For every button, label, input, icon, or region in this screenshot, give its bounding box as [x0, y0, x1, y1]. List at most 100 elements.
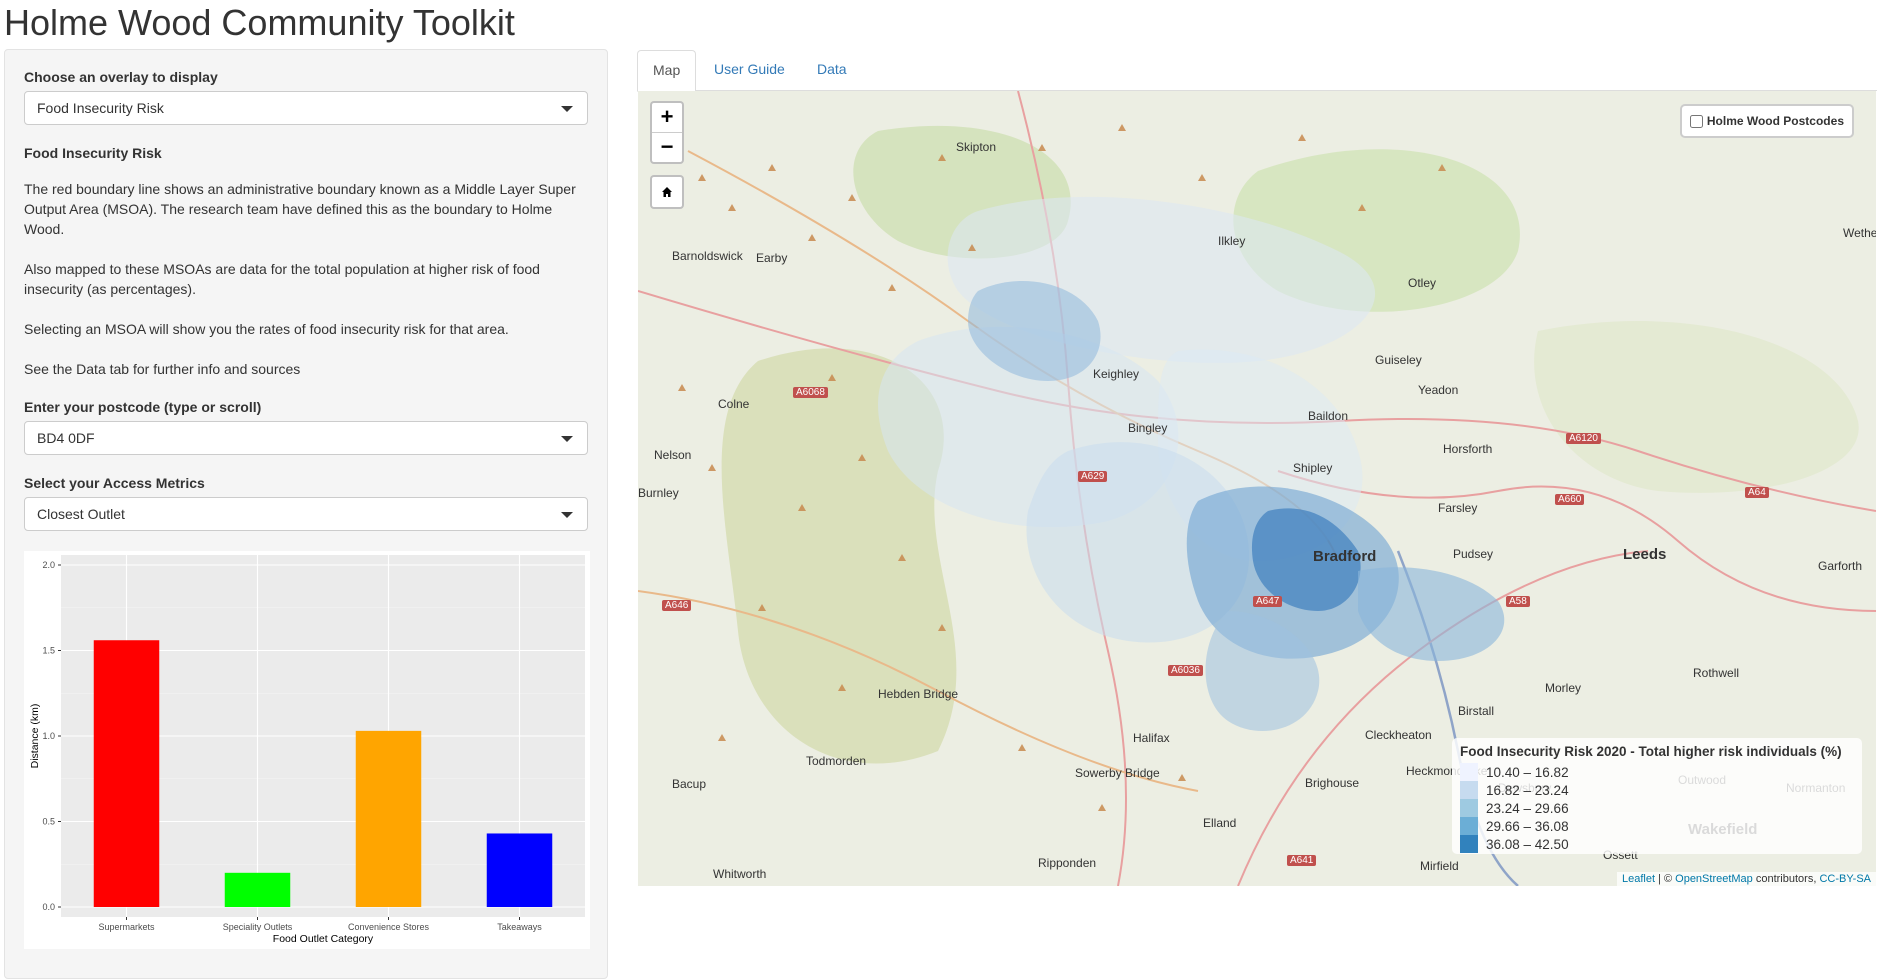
place-label: Todmorden: [806, 754, 867, 768]
legend-row: 29.66 – 36.08: [1460, 817, 1854, 835]
legend-row: 23.24 – 29.66: [1460, 799, 1854, 817]
road-label: A660: [1555, 494, 1585, 505]
zoom-in-button[interactable]: +: [652, 103, 682, 133]
postcodes-layer-toggle[interactable]: Holme Wood Postcodes: [1679, 104, 1854, 138]
chevron-down-icon: [561, 512, 573, 518]
description-paragraph: Selecting an MSOA will show you the rate…: [24, 321, 509, 337]
postcode-select-value: BD4 0DF: [37, 430, 95, 446]
overlay-heading: Food Insecurity Risk: [24, 145, 162, 161]
place-label: Horsforth: [1443, 442, 1493, 456]
bar-chart-svg: 0.0 0.5 1.0 1.5 2.0 Supermarkets Speciality Ou…: [29, 555, 585, 945]
postcodes-layer-label: Holme Wood Postcodes: [1706, 114, 1844, 128]
main-tabs: Map User Guide Data: [637, 50, 1877, 92]
place-label: Pudsey: [1453, 547, 1494, 561]
legend-label: 36.08 – 42.50: [1486, 836, 1569, 852]
legend-swatch: [1460, 799, 1478, 817]
legend-swatch: [1460, 835, 1478, 853]
legend-title: Food Insecurity Risk 2020 - Total higher…: [1460, 744, 1842, 759]
place-label: Guiseley: [1375, 353, 1422, 367]
postcode-select-label: Enter your postcode (type or scroll): [24, 399, 262, 415]
home-icon: [662, 187, 672, 197]
metrics-select[interactable]: Closest Outlet: [24, 497, 588, 531]
legend-label: 23.24 – 29.66: [1486, 800, 1569, 816]
place-label: Bacup: [672, 777, 707, 791]
overlay-select-value: Food Insecurity Risk: [37, 100, 164, 116]
place-label: Yeadon: [1418, 383, 1459, 397]
chevron-down-icon: [561, 436, 573, 442]
x-tick-label: Speciality Outlets: [223, 922, 293, 932]
metrics-select-value: Closest Outlet: [37, 506, 125, 522]
place-label: Bingley: [1128, 421, 1168, 435]
place-label: Nelson: [654, 448, 692, 462]
access-metrics-chart: 0.0 0.5 1.0 1.5 2.0 Supermarkets Speciality Ou…: [24, 551, 590, 949]
tab-user-guide[interactable]: User Guide: [699, 50, 800, 91]
description-paragraph: Also mapped to these MSOAs are data for …: [24, 261, 540, 297]
y-tick-label: 2.0: [42, 560, 55, 570]
postcode-select[interactable]: BD4 0DF: [24, 421, 588, 455]
map-legend: Food Insecurity Risk 2020 - Total higher…: [1452, 738, 1862, 854]
legend-row: 36.08 – 42.50: [1460, 835, 1854, 853]
road-label: A629: [1078, 471, 1108, 482]
sidebar-panel: Choose an overlay to display Food Insecu…: [4, 49, 608, 979]
place-label: Whitworth: [713, 867, 767, 881]
place-label: Barnoldswick: [672, 249, 743, 263]
y-tick-label: 1.5: [42, 646, 55, 656]
place-label: Baildon: [1308, 409, 1349, 423]
y-tick-label: 0.0: [42, 902, 55, 912]
place-label: Shipley: [1293, 461, 1333, 475]
overlay-description: The red boundary line shows an administr…: [24, 179, 588, 379]
y-tick-label: 0.5: [42, 817, 55, 827]
leaflet-link[interactable]: Leaflet: [1622, 873, 1655, 885]
overlay-select[interactable]: Food Insecurity Risk: [24, 91, 588, 125]
legend-label: 29.66 – 36.08: [1486, 818, 1569, 834]
place-label: Farsley: [1438, 501, 1478, 515]
app-title: Holme Wood Community Toolkit: [4, 2, 515, 43]
zoom-out-button[interactable]: −: [652, 133, 682, 163]
map-view[interactable]: Skipton Ilkley Otley Wetherby Barnoldswick Ea…: [638, 91, 1876, 886]
legend-label: 10.40 – 16.82: [1486, 764, 1569, 780]
legend-row: 10.40 – 16.82: [1460, 763, 1854, 781]
osm-link[interactable]: OpenStreetMap: [1675, 873, 1753, 885]
bar-supermarkets: [93, 640, 160, 907]
place-label: Hebden Bridge: [878, 687, 959, 701]
place-label: Birstall: [1458, 704, 1495, 718]
place-label: Otley: [1408, 276, 1437, 290]
place-label: Colne: [718, 397, 750, 411]
bar-convenience-stores: [355, 730, 422, 907]
postcodes-checkbox[interactable]: [1689, 114, 1703, 128]
road-label: A641: [1287, 855, 1317, 866]
legend-row: 16.82 – 23.24: [1460, 781, 1854, 799]
chevron-down-icon: [561, 106, 573, 112]
legend-swatch: [1460, 781, 1478, 799]
road-label: A646: [662, 600, 692, 611]
x-axis-label: Food Outlet Category: [273, 933, 374, 945]
road-label: A647: [1253, 596, 1283, 607]
legend-rows: 10.40 – 16.82 16.82 – 23.24 23.24 – 29.66 2…: [1460, 763, 1854, 853]
tab-data[interactable]: Data: [802, 50, 862, 91]
place-label: Elland: [1203, 816, 1237, 830]
overlay-select-label: Choose an overlay to display: [24, 69, 218, 85]
home-button[interactable]: [650, 175, 684, 209]
place-label: Mirfield: [1420, 859, 1459, 873]
zoom-control: + −: [650, 101, 684, 164]
road-label: A64: [1745, 487, 1769, 498]
license-link[interactable]: CC-BY-SA: [1819, 873, 1871, 885]
place-label: Bradford: [1313, 548, 1377, 565]
legend-label: 16.82 – 23.24: [1486, 782, 1569, 798]
bar-takeaways: [486, 833, 553, 907]
road-label: A6068: [793, 387, 828, 398]
place-label: Burnley: [638, 486, 679, 500]
place-label: Garforth: [1818, 559, 1863, 573]
description-paragraph: The red boundary line shows an administr…: [24, 181, 576, 237]
place-label: Rothwell: [1693, 666, 1740, 680]
y-axis-label: Distance (km): [29, 704, 41, 769]
tab-map[interactable]: Map: [637, 50, 697, 92]
road-label: A58: [1506, 596, 1530, 607]
place-label: Cleckheaton: [1365, 728, 1432, 742]
legend-swatch: [1460, 763, 1478, 781]
place-label: Wetherby: [1843, 226, 1876, 240]
description-paragraph: See the Data tab for further info and so…: [24, 361, 301, 377]
place-label: Keighley: [1093, 367, 1140, 381]
place-label: Sowerby Bridge: [1075, 766, 1160, 780]
place-label: Halifax: [1133, 731, 1170, 745]
